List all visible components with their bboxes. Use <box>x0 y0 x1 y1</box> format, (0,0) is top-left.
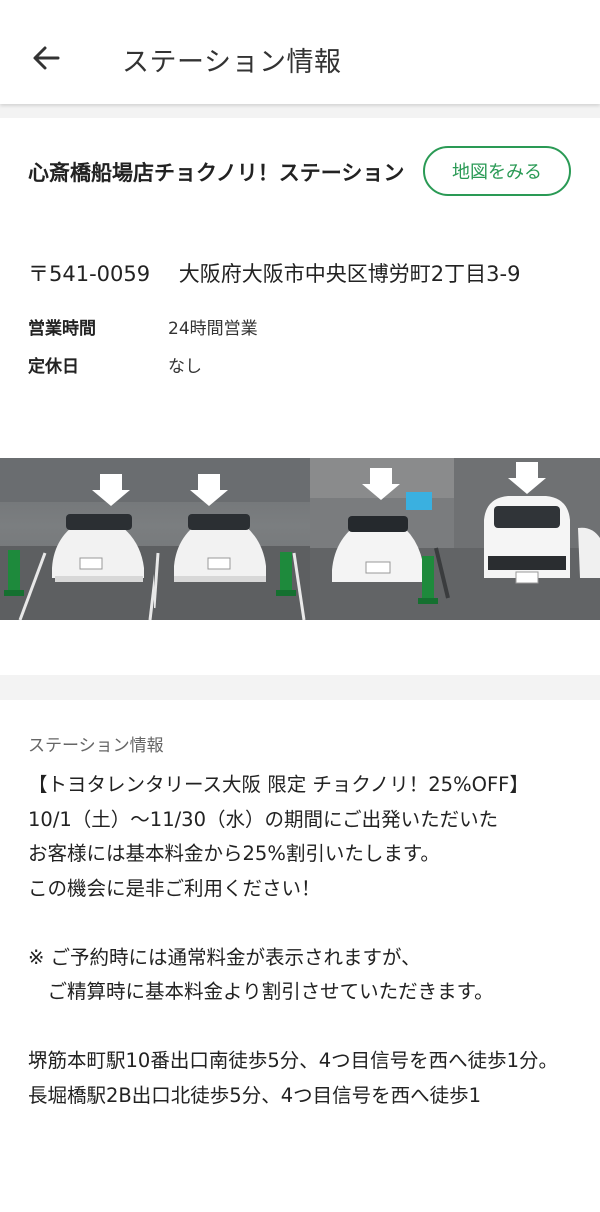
parking-photo-4[interactable] <box>454 458 600 620</box>
back-button[interactable] <box>20 32 72 84</box>
business-hours-label: 営業時間 <box>28 319 96 339</box>
station-address: 〒541-0059 大阪府大阪市中央区博労町2丁目3-9 <box>28 258 520 288</box>
description-line: 【トヨタレンタリース大阪 限定 チョクノリ！25%OFF】 <box>28 773 529 796</box>
description-line: 10/1（土）〜11/30（水）の期間にご出発いただいた <box>28 807 499 831</box>
business-hours-value: 24時間営業 <box>168 319 258 339</box>
description-line: お客様には基本料金から25%割引いたします。 <box>28 842 440 865</box>
station-card: 心斎橋船場店チョクノリ！ステーション 地図をみる 〒541-0059 大阪府大阪… <box>0 118 600 675</box>
postal-code: 〒541-0059 <box>28 262 151 286</box>
station-description: 【トヨタレンタリース大阪 限定 チョクノリ！25%OFF】 10/1（土）〜11… <box>28 768 568 1113</box>
photo-gallery[interactable] <box>0 458 600 620</box>
app-bar: ステーション情報 <box>0 0 600 104</box>
description-line: この機会に是非ご利用ください！ <box>28 876 321 900</box>
holiday-label: 定休日 <box>28 357 79 377</box>
arrow-left-icon <box>33 46 60 70</box>
description-line: 堺筋本町駅10番出口南徒歩5分、4つ目信号を西へ徒歩1分。 <box>28 1049 559 1072</box>
station-name: 心斎橋船場店チョクノリ！ステーション <box>28 161 405 185</box>
parking-photo-1[interactable] <box>0 458 154 620</box>
view-map-button[interactable]: 地図をみる <box>423 146 571 196</box>
parking-photo-2[interactable] <box>154 458 310 620</box>
holiday-value: なし <box>168 357 202 377</box>
description-line: 長堀橋駅2B出口北徒歩5分、4つ目信号を西へ徒歩1 <box>28 1083 482 1107</box>
page-title: ステーション情報 <box>122 47 342 78</box>
parking-photo-3[interactable] <box>310 458 454 620</box>
section-label: ステーション情報 <box>28 736 164 756</box>
description-line: ご精算時に基本料金より割引させていただきます。 <box>28 980 494 1003</box>
station-info-card: ステーション情報 【トヨタレンタリース大阪 限定 チョクノリ！25%OFF】 1… <box>0 700 600 1212</box>
description-line: ※ ご予約時には通常料金が表示されますが、 <box>28 945 421 969</box>
address-text: 大阪府大阪市中央区博労町2丁目3-9 <box>178 262 521 286</box>
